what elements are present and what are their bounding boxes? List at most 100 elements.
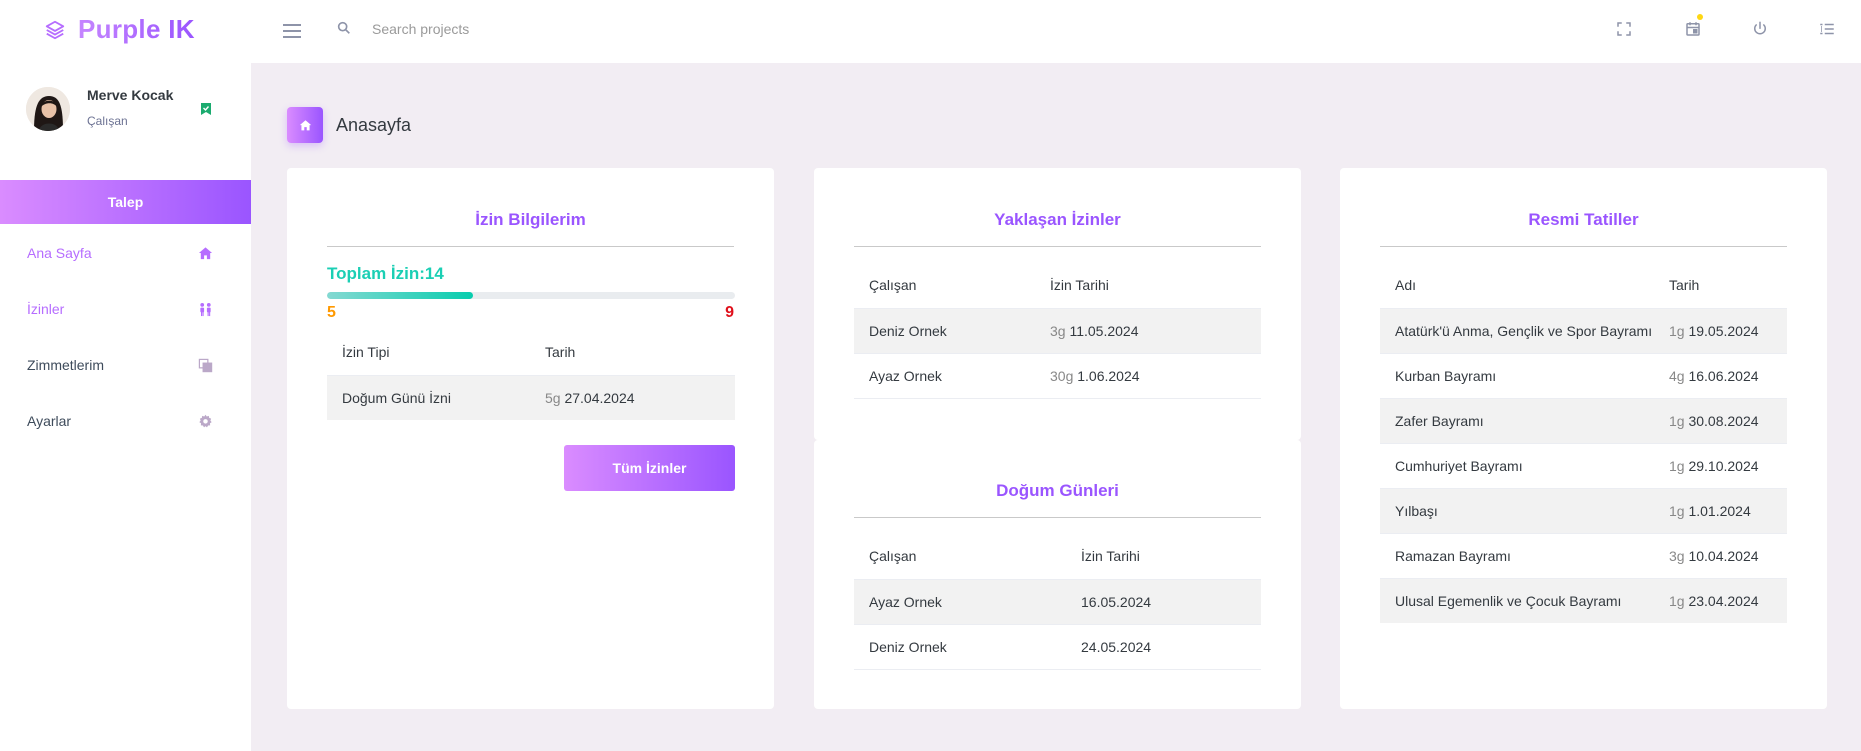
page-header: Anasayfa — [287, 107, 411, 143]
leave-table: İzin Tipi Tarih Doğum Günü İzni 5g 27.04… — [327, 330, 735, 420]
date-label: 19.05.2024 — [1688, 322, 1759, 339]
progress-min-label: 5 — [327, 304, 336, 321]
sidebar-item-label: Ayarlar — [27, 413, 72, 429]
column-header: İzin Tarihi — [1081, 548, 1140, 565]
request-button[interactable]: Talep — [0, 180, 251, 224]
sidebar-item-ayarlar[interactable]: Ayarlar — [0, 397, 251, 445]
birthdays-card: Doğum Günleri Çalışan İzin Tarihi Ayaz O… — [814, 440, 1301, 709]
top-navbar: Purple IK — [0, 0, 1861, 63]
leave-progress-fill — [327, 292, 473, 299]
table-header-row: Adı Tarih — [1380, 263, 1787, 308]
column-header: İzin Tarihi — [1050, 277, 1109, 294]
gear-icon — [197, 413, 213, 429]
search-icon — [337, 21, 350, 34]
calendar-icon[interactable] — [1681, 14, 1705, 41]
menu-toggle-icon[interactable] — [280, 19, 304, 43]
upcoming-leaves-card: Yaklaşan İzinler Çalışan İzin Tarihi Den… — [814, 168, 1301, 440]
leave-type-cell: Doğum Günü İzni — [327, 374, 545, 420]
holidays-card: Resmi Tatiller Adı Tarih Atatürk'ü Anma,… — [1340, 168, 1827, 709]
employee-cell: Deniz Ornek — [854, 623, 1081, 670]
date-cell: 3g 11.05.2024 — [1050, 307, 1261, 353]
date-cell: 3g 10.04.2024 — [1669, 532, 1787, 578]
divider — [854, 246, 1261, 247]
employee-cell: Ayaz Ornek — [854, 578, 1081, 624]
table-row[interactable]: Yılbaşı 1g 1.01.2024 — [1380, 487, 1787, 533]
column-header: Çalışan — [869, 548, 917, 565]
date-cell: 1g 30.08.2024 — [1669, 397, 1787, 443]
table-header-row: Çalışan İzin Tarihi — [854, 263, 1261, 308]
days-label: 1g — [1669, 412, 1685, 429]
home-icon — [287, 107, 323, 143]
column-header: İzin Tipi — [342, 344, 390, 361]
sidebar-item-izinler[interactable]: İzinler — [0, 285, 251, 333]
sidebar-item-label: Ana Sayfa — [27, 245, 92, 261]
leave-info-card: İzin Bilgilerim Toplam İzin:14 5 9 İzin … — [287, 168, 774, 709]
table-row[interactable]: Ayaz Ornek 30g 1.06.2024 — [854, 352, 1261, 399]
brand-name: Purple IK — [78, 14, 195, 44]
page-title: Anasayfa — [336, 114, 412, 135]
user-profile[interactable]: Merve Kocak Çalışan — [26, 87, 226, 147]
table-row[interactable]: Zafer Bayramı 1g 30.08.2024 — [1380, 397, 1787, 443]
sidebar-item-zimmetlerim[interactable]: Zimmetlerim — [0, 341, 251, 389]
table-row[interactable]: Deniz Ornek 3g 11.05.2024 — [854, 307, 1261, 353]
table-row[interactable]: Cumhuriyet Bayramı 1g 29.10.2024 — [1380, 442, 1787, 488]
date-cell: 30g 1.06.2024 — [1050, 352, 1261, 399]
column-header: Adı — [1395, 277, 1417, 294]
sidebar-item-ana-sayfa[interactable]: Ana Sayfa — [0, 229, 251, 277]
notification-dot — [1697, 14, 1703, 20]
fullscreen-icon[interactable] — [1612, 17, 1636, 41]
employee-cell: Deniz Ornek — [854, 307, 1050, 353]
date-label: 11.05.2024 — [1069, 322, 1139, 339]
table-row[interactable]: Atatürk'ü Anma, Gençlik ve Spor Bayramı … — [1380, 307, 1787, 353]
all-leaves-button[interactable]: Tüm İzinler — [564, 445, 735, 491]
days-label: 1g — [1669, 592, 1685, 609]
profile-role: Çalışan — [87, 114, 128, 128]
sidebar-item-label: Zimmetlerim — [27, 357, 104, 373]
holiday-name-cell: Kurban Bayramı — [1380, 352, 1669, 398]
table-header-row: İzin Tipi Tarih — [327, 330, 735, 375]
date-label: 30.08.2024 — [1688, 412, 1759, 429]
list-settings-icon[interactable] — [1815, 17, 1839, 41]
date-label: 29.10.2024 — [1688, 457, 1759, 474]
divider — [854, 517, 1261, 518]
avatar — [26, 87, 70, 131]
birthdays-table: Çalışan İzin Tarihi Ayaz Ornek 16.05.202… — [854, 534, 1261, 670]
date-label: 1.01.2024 — [1688, 502, 1751, 519]
verified-bookmark-icon — [201, 103, 211, 115]
days-label: 1g — [1669, 457, 1685, 474]
holidays-table: Adı Tarih Atatürk'ü Anma, Gençlik ve Spo… — [1380, 263, 1787, 623]
date-label: 1.06.2024 — [1077, 367, 1140, 384]
total-leave-label: Toplam İzin:14 — [327, 264, 444, 283]
table-row[interactable]: Deniz Ornek 24.05.2024 — [854, 623, 1261, 670]
table-row[interactable]: Doğum Günü İzni 5g 27.04.2024 — [327, 374, 735, 420]
date-label: 16.06.2024 — [1688, 367, 1759, 384]
table-row[interactable]: Ayaz Ornek 16.05.2024 — [854, 578, 1261, 624]
table-row[interactable]: Ulusal Egemenlik ve Çocuk Bayramı 1g 23.… — [1380, 577, 1787, 623]
days-label: 5g — [545, 389, 561, 406]
date-cell: 1g 29.10.2024 — [1669, 442, 1787, 488]
days-label: 1g — [1669, 322, 1685, 339]
copy-icon — [197, 357, 213, 373]
table-row[interactable]: Ramazan Bayramı 3g 10.04.2024 — [1380, 532, 1787, 578]
upcoming-leaves-table: Çalışan İzin Tarihi Deniz Ornek 3g 11.05… — [854, 263, 1261, 399]
sidebar: Merve Kocak Çalışan Talep Ana Sayfa İzin… — [0, 63, 251, 751]
column-header: Tarih — [1669, 277, 1700, 294]
table-row[interactable]: Kurban Bayramı 4g 16.06.2024 — [1380, 352, 1787, 398]
card-title: İzin Bilgilerim — [475, 210, 586, 229]
days-label: 3g — [1669, 547, 1685, 564]
table-header-row: Çalışan İzin Tarihi — [854, 534, 1261, 579]
date-cell: 1g 1.01.2024 — [1669, 487, 1787, 533]
search-input[interactable] — [372, 16, 672, 42]
power-icon[interactable] — [1748, 17, 1772, 41]
column-header: Tarih — [545, 344, 576, 361]
days-label: 4g — [1669, 367, 1685, 384]
brand-logo[interactable]: Purple IK — [44, 14, 195, 45]
employee-cell: Ayaz Ornek — [854, 352, 1050, 399]
divider — [1380, 246, 1787, 247]
date-cell: 1g 19.05.2024 — [1669, 307, 1787, 353]
date-cell: 16.05.2024 — [1081, 578, 1261, 624]
card-title: Resmi Tatiller — [1528, 210, 1639, 229]
date-cell: 4g 16.06.2024 — [1669, 352, 1787, 398]
home-icon — [197, 245, 213, 261]
layers-icon — [45, 20, 65, 39]
